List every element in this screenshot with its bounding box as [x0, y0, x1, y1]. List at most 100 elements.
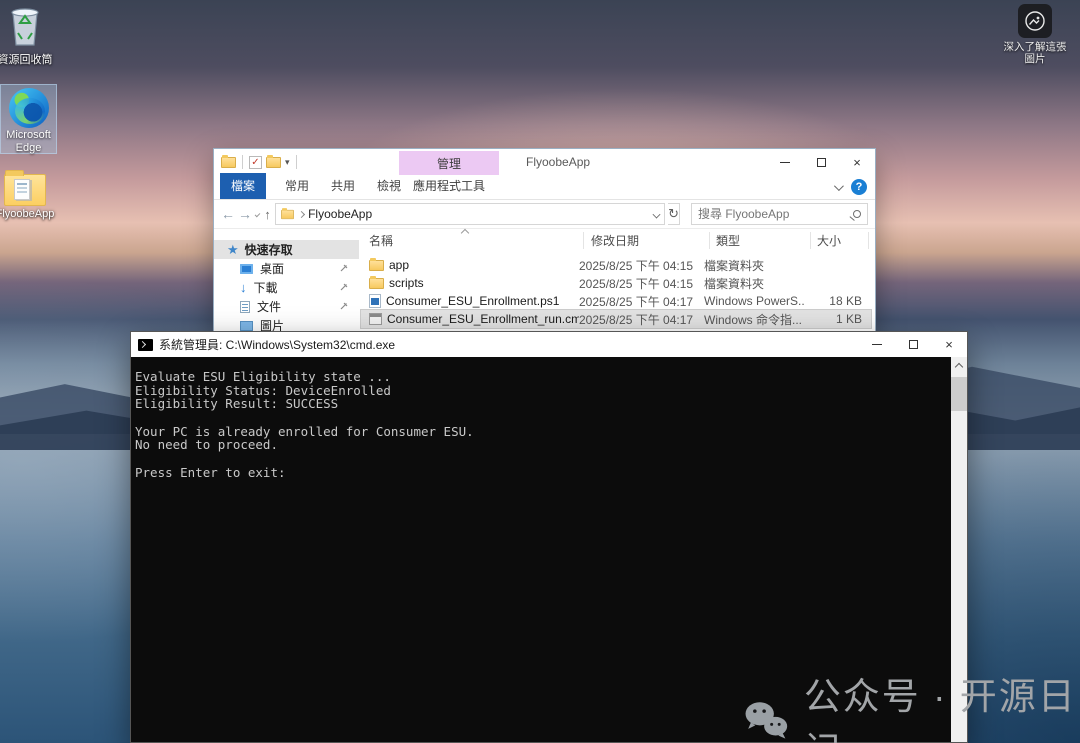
tab-share[interactable]: 共用: [320, 173, 366, 199]
cmd-window-title: 系統管理員: C:\Windows\System32\cmd.exe: [159, 336, 395, 353]
powershell-file-icon: [369, 294, 381, 308]
watermark-text: 公众号 · 开源日记: [804, 666, 1080, 743]
explorer-titlebar[interactable]: ✓ ▾ 管理 FlyoobeApp ×: [214, 149, 875, 175]
file-size: 18 KB: [804, 294, 862, 308]
up-button[interactable]: ↑: [263, 207, 272, 222]
desktop-icon: [240, 264, 253, 274]
scrollbar-thumb[interactable]: [951, 377, 967, 411]
cmd-titlebar[interactable]: 系統管理員: C:\Windows\System32\cmd.exe ×: [131, 332, 967, 357]
explorer-window: ✓ ▾ 管理 FlyoobeApp × 檔案 常用 共用 檢視 應用程式工具 ?…: [213, 148, 876, 333]
search-icon: [853, 210, 861, 218]
file-date: 2025/8/25 下午 04:15: [579, 257, 704, 274]
document-icon: [240, 301, 250, 313]
back-button[interactable]: ←: [221, 206, 235, 222]
terminal-line: Eligibility Result: SUCCESS: [135, 397, 951, 411]
tab-app-tools[interactable]: 應用程式工具: [399, 173, 499, 199]
desktop-icon-recycle-bin[interactable]: 資源回收筒: [0, 3, 63, 67]
breadcrumb-folder-icon: [281, 209, 294, 218]
qat-folder-icon[interactable]: [221, 157, 236, 168]
terminal-line: Evaluate ESU Eligibility state ...: [135, 370, 951, 384]
refresh-button[interactable]: ↻: [668, 203, 680, 225]
terminal-line: Press Enter to exit:: [135, 466, 951, 480]
file-date: 2025/8/25 下午 04:15: [579, 275, 704, 292]
desktop-icon-flyoobe-app[interactable]: FlyoobeApp: [0, 166, 63, 221]
address-bar: ← → ↑ FlyoobeApp ↻: [214, 200, 875, 228]
scrollbar-up-arrow-icon[interactable]: [954, 363, 962, 371]
sidebar-item-label: 桌面: [260, 260, 284, 277]
quick-access-star-icon: ★: [227, 242, 239, 258]
file-row-cmd-selected[interactable]: Consumer_ESU_Enrollment_run.cmd 2025/8/2…: [361, 310, 871, 328]
ribbon-expand-chevron-icon[interactable]: [834, 181, 844, 191]
column-header-size[interactable]: 大小: [817, 229, 867, 252]
contextual-tab-manage[interactable]: 管理: [399, 151, 499, 175]
file-date: 2025/8/25 下午 04:17: [579, 293, 704, 310]
file-type: Windows 命令指...: [704, 311, 804, 328]
explorer-window-title: FlyoobeApp: [526, 155, 590, 169]
file-name: Consumer_ESU_Enrollment.ps1: [386, 294, 559, 308]
file-row-scripts[interactable]: scripts 2025/8/25 下午 04:15 檔案資料夾: [361, 274, 871, 292]
file-size: 1 KB: [804, 312, 862, 326]
search-input[interactable]: [698, 207, 853, 221]
file-row-app[interactable]: app 2025/8/25 下午 04:15 檔案資料夾: [361, 256, 871, 274]
photo-icon: [1023, 9, 1047, 33]
quick-access-toolbar: ✓ ▾: [214, 155, 299, 169]
ribbon-tab-bar: 檔案 常用 共用 檢視 應用程式工具 ?: [214, 175, 875, 200]
explorer-minimize-button[interactable]: [767, 149, 803, 175]
qat-customize-caret-icon[interactable]: ▾: [285, 157, 290, 168]
flyoobe-folder-icon: [4, 174, 46, 206]
file-name: Consumer_ESU_Enrollment_run.cmd: [387, 312, 579, 326]
sidebar-item-label: 下載: [254, 279, 278, 296]
address-input[interactable]: FlyoobeApp: [275, 203, 665, 225]
sidebar-item-downloads[interactable]: ↓ 下載: [214, 278, 359, 297]
file-type: 檔案資料夾: [704, 257, 804, 274]
explorer-close-button[interactable]: ×: [839, 149, 875, 175]
column-header-date[interactable]: 修改日期: [591, 229, 709, 252]
spotlight-tile: [1018, 4, 1052, 38]
terminal-line: Your PC is already enrolled for Consumer…: [135, 425, 951, 439]
pin-icon: [340, 263, 349, 272]
pictures-icon: [240, 321, 253, 331]
file-type: 檔案資料夾: [704, 275, 804, 292]
column-header-type[interactable]: 類型: [716, 229, 808, 252]
recycle-bin-icon: [5, 3, 45, 47]
terminal-line: [135, 452, 951, 466]
recycle-bin-label: 資源回收筒: [0, 54, 63, 67]
cmd-file-icon: [369, 313, 382, 325]
tab-file[interactable]: 檔案: [220, 173, 266, 199]
desktop-icon-microsoft-edge[interactable]: Microsoft Edge: [0, 84, 57, 154]
pin-icon: [340, 282, 349, 291]
sidebar-item-label: 文件: [257, 298, 281, 315]
folder-icon: [369, 278, 384, 289]
wechat-icon: [742, 697, 790, 743]
breadcrumb-chevron-icon[interactable]: [298, 210, 305, 217]
terminal-line: No need to proceed.: [135, 438, 951, 452]
download-arrow-icon: ↓: [240, 280, 247, 295]
explorer-maximize-button[interactable]: [803, 149, 839, 175]
terminal-line: [135, 411, 951, 425]
forward-button[interactable]: →: [238, 206, 252, 222]
address-dropdown-chevron-icon[interactable]: [653, 210, 661, 218]
cmd-minimize-button[interactable]: [859, 332, 895, 357]
qat-properties-icon[interactable]: ✓: [249, 156, 262, 169]
folder-icon: [369, 260, 384, 271]
edge-label: Microsoft Edge: [1, 129, 56, 155]
qat-new-folder-icon[interactable]: [266, 157, 281, 168]
sidebar-item-documents[interactable]: 文件: [214, 297, 359, 316]
spotlight-label: 深入了解這張圖片: [1000, 41, 1070, 65]
file-list: 名稱 修改日期 類型 大小 app 2025/8/25 下午 04:15 檔案資…: [359, 229, 875, 333]
quick-access-label: 快速存取: [245, 241, 293, 258]
explorer-sidebar: ★ 快速存取 桌面 ↓ 下載 文件 圖片: [214, 229, 359, 333]
tab-home[interactable]: 常用: [274, 173, 320, 199]
cmd-close-button[interactable]: ×: [931, 332, 967, 357]
recent-locations-chevron-icon[interactable]: [255, 211, 261, 217]
sidebar-item-desktop[interactable]: 桌面: [214, 259, 359, 278]
help-icon[interactable]: ?: [851, 179, 867, 195]
sidebar-item-quick-access[interactable]: ★ 快速存取: [214, 240, 359, 259]
search-box[interactable]: [691, 203, 868, 225]
desktop-icon-spotlight[interactable]: 深入了解這張圖片: [1000, 4, 1070, 65]
column-header-name[interactable]: 名稱: [369, 229, 579, 252]
cmd-maximize-button[interactable]: [895, 332, 931, 357]
file-name: app: [389, 258, 409, 272]
file-row-ps1[interactable]: Consumer_ESU_Enrollment.ps1 2025/8/25 下午…: [361, 292, 871, 310]
breadcrumb[interactable]: FlyoobeApp: [308, 207, 372, 221]
